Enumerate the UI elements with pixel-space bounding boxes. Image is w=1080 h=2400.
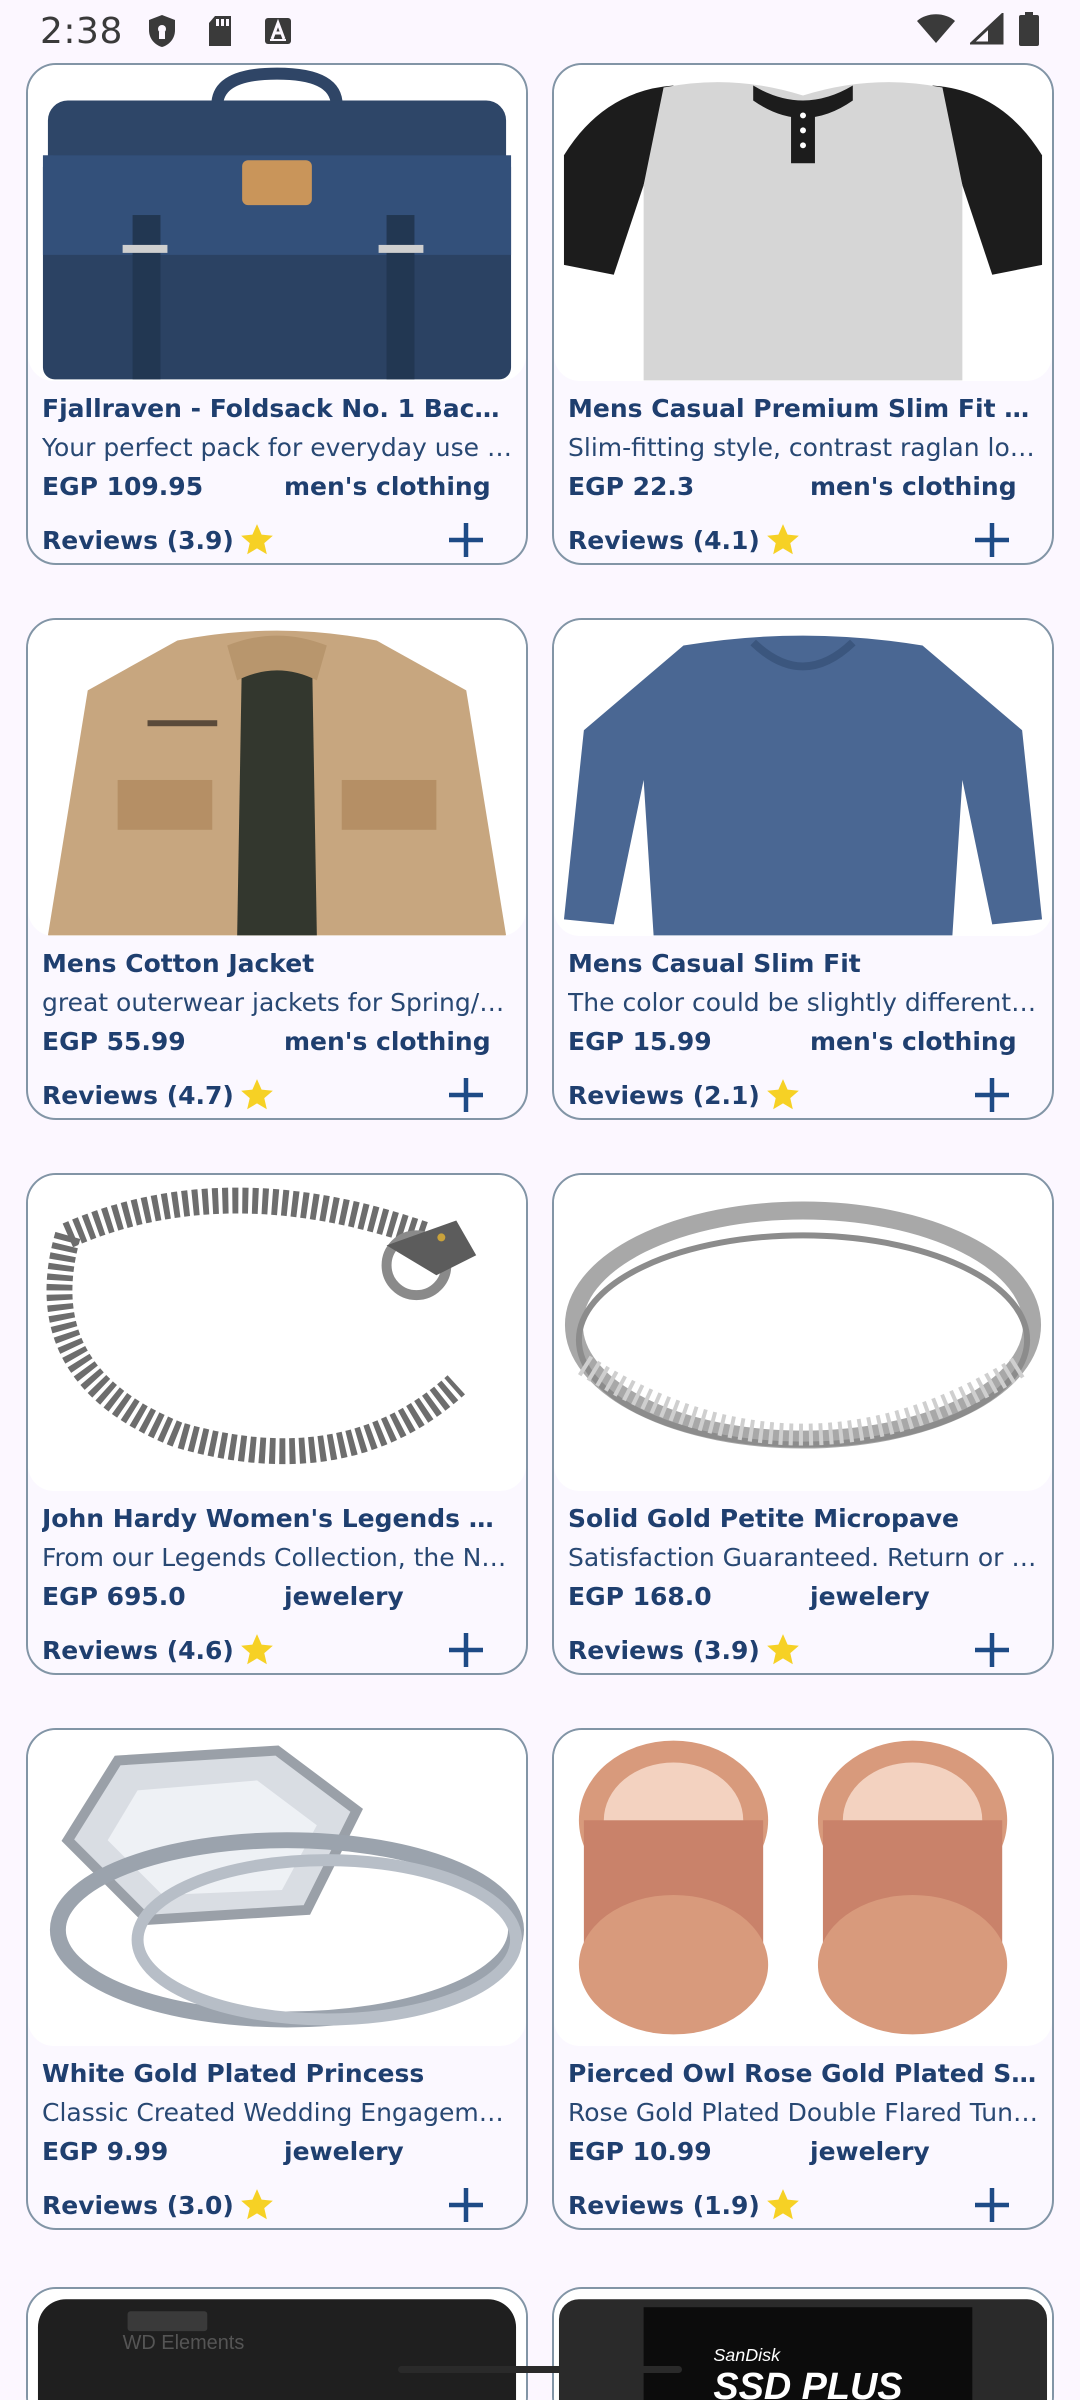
product-image-tshirt	[554, 65, 1052, 381]
product-category: jewelery	[810, 2137, 930, 2166]
plus-icon	[975, 2188, 1009, 2222]
product-image-longsleeve	[554, 620, 1052, 936]
product-category: men's clothing	[284, 1027, 491, 1056]
add-to-cart-button[interactable]	[970, 1628, 1014, 1672]
plus-icon	[975, 1078, 1009, 1112]
product-title: John Hardy Women's Legends Naga Gold & S…	[42, 1504, 512, 1533]
status-time: 2:38	[40, 10, 123, 52]
product-image-diamond-ring	[28, 1730, 526, 2046]
a-notification-icon	[261, 14, 295, 48]
product-description: Your perfect pack for everyday use and w…	[42, 433, 512, 462]
battery-icon	[1018, 11, 1040, 51]
product-price: EGP 55.99	[42, 1027, 186, 1056]
product-image-backpack	[28, 65, 526, 381]
product-reviews: Reviews (2.1)	[568, 1080, 760, 1110]
product-image-ring	[554, 1175, 1052, 1491]
shield-icon	[145, 14, 179, 48]
add-to-cart-button[interactable]	[970, 1073, 1014, 1117]
ssd-brand: SanDisk	[713, 2345, 781, 2365]
product-title: Fjallraven - Foldsack No. 1 Backpack, Fi…	[42, 394, 512, 423]
product-card[interactable]: White Gold Plated Princess Classic Creat…	[26, 1728, 528, 2230]
product-price: EGP 9.99	[42, 2137, 169, 2166]
plus-icon	[449, 1078, 483, 1112]
wifi-icon	[916, 13, 956, 50]
product-category: men's clothing	[810, 472, 1017, 501]
product-reviews: Reviews (4.6)	[42, 1635, 234, 1665]
product-image-hard-drive: WD Elements	[28, 2289, 526, 2400]
product-card[interactable]: Mens Cotton Jacket great outerwear jacke…	[26, 618, 528, 1120]
product-description: Classic Created Wedding Engagement Solit…	[42, 2098, 512, 2127]
product-description: The color could be slightly different be…	[568, 988, 1038, 1017]
add-to-cart-button[interactable]	[444, 2183, 488, 2227]
product-title: Mens Casual Premium Slim Fit T-Shirts	[568, 394, 1038, 423]
product-image-bracelet	[28, 1175, 526, 1491]
product-description: Rose Gold Plated Double Flared Tunnel Pl…	[568, 2098, 1038, 2127]
product-category: jewelery	[284, 2137, 404, 2166]
product-image-ssd: SanDisk SSD PLUS	[554, 2289, 1052, 2400]
status-bar: 2:38	[0, 0, 1080, 62]
star-icon	[767, 1634, 799, 1665]
product-description: Slim-fitting style, contrast raglan long…	[568, 433, 1038, 462]
product-category: men's clothing	[810, 1027, 1017, 1056]
product-card[interactable]: SanDisk SSD PLUS	[552, 2287, 1054, 2400]
product-price: EGP 10.99	[568, 2137, 712, 2166]
plus-icon	[975, 1633, 1009, 1667]
star-icon	[767, 524, 799, 555]
product-title: Mens Cotton Jacket	[42, 949, 315, 978]
product-card[interactable]: Pierced Owl Rose Gold Plated Stainless S…	[552, 1728, 1054, 2230]
add-to-cart-button[interactable]	[970, 2183, 1014, 2227]
product-price: EGP 695.0	[42, 1582, 186, 1611]
add-to-cart-button[interactable]	[970, 518, 1014, 562]
product-reviews: Reviews (4.7)	[42, 1080, 234, 1110]
home-indicator[interactable]	[398, 2366, 682, 2373]
product-reviews: Reviews (3.9)	[42, 525, 234, 555]
add-to-cart-button[interactable]	[444, 1628, 488, 1672]
product-reviews: Reviews (3.0)	[42, 2190, 234, 2220]
ssd-label: SSD PLUS	[713, 2366, 902, 2400]
next-row-partial: WD Elements SanDisk SSD PLUS	[26, 2287, 1054, 2400]
product-category: men's clothing	[284, 472, 491, 501]
product-card[interactable]: Fjallraven - Foldsack No. 1 Backpack, Fi…	[26, 63, 528, 565]
product-description: From our Legends Collection, the Naga wa…	[42, 1543, 512, 1572]
drive-label: WD Elements	[123, 2332, 245, 2354]
star-icon	[241, 2189, 273, 2220]
product-grid: Fjallraven - Foldsack No. 1 Backpack, Fi…	[26, 63, 1054, 2230]
product-image-plugs	[554, 1730, 1052, 2046]
product-card[interactable]: Mens Casual Slim Fit The color could be …	[552, 618, 1054, 1120]
product-title: Solid Gold Petite Micropave	[568, 1504, 959, 1533]
product-card[interactable]: WD Elements	[26, 2287, 528, 2400]
product-reviews: Reviews (4.1)	[568, 525, 760, 555]
product-card[interactable]: Mens Casual Premium Slim Fit T-Shirts Sl…	[552, 63, 1054, 565]
product-category: jewelery	[284, 1582, 404, 1611]
product-image-jacket	[28, 620, 526, 936]
plus-icon	[449, 1633, 483, 1667]
add-to-cart-button[interactable]	[444, 1073, 488, 1117]
product-category: jewelery	[810, 1582, 930, 1611]
product-card[interactable]: John Hardy Women's Legends Naga Gold & S…	[26, 1173, 528, 1675]
product-price: EGP 168.0	[568, 1582, 712, 1611]
plus-icon	[975, 523, 1009, 557]
add-to-cart-button[interactable]	[444, 518, 488, 562]
product-description: great outerwear jackets for Spring/Autum…	[42, 988, 512, 1017]
star-icon	[241, 524, 273, 555]
product-title: White Gold Plated Princess	[42, 2059, 425, 2088]
star-icon	[767, 2189, 799, 2220]
product-price: EGP 109.95	[42, 472, 204, 501]
product-reviews: Reviews (3.9)	[568, 1635, 760, 1665]
star-icon	[241, 1079, 273, 1110]
sd-card-icon	[203, 14, 237, 48]
plus-icon	[449, 523, 483, 557]
product-title: Pierced Owl Rose Gold Plated Stainless S…	[568, 2059, 1038, 2088]
star-icon	[241, 1634, 273, 1665]
product-reviews: Reviews (1.9)	[568, 2190, 760, 2220]
product-price: EGP 22.3	[568, 472, 695, 501]
product-title: Mens Casual Slim Fit	[568, 949, 861, 978]
plus-icon	[449, 2188, 483, 2222]
signal-icon	[968, 11, 1004, 50]
product-price: EGP 15.99	[568, 1027, 712, 1056]
star-icon	[767, 1079, 799, 1110]
product-card[interactable]: Solid Gold Petite Micropave Satisfaction…	[552, 1173, 1054, 1675]
product-description: Satisfaction Guaranteed. Return or excha…	[568, 1543, 1038, 1572]
